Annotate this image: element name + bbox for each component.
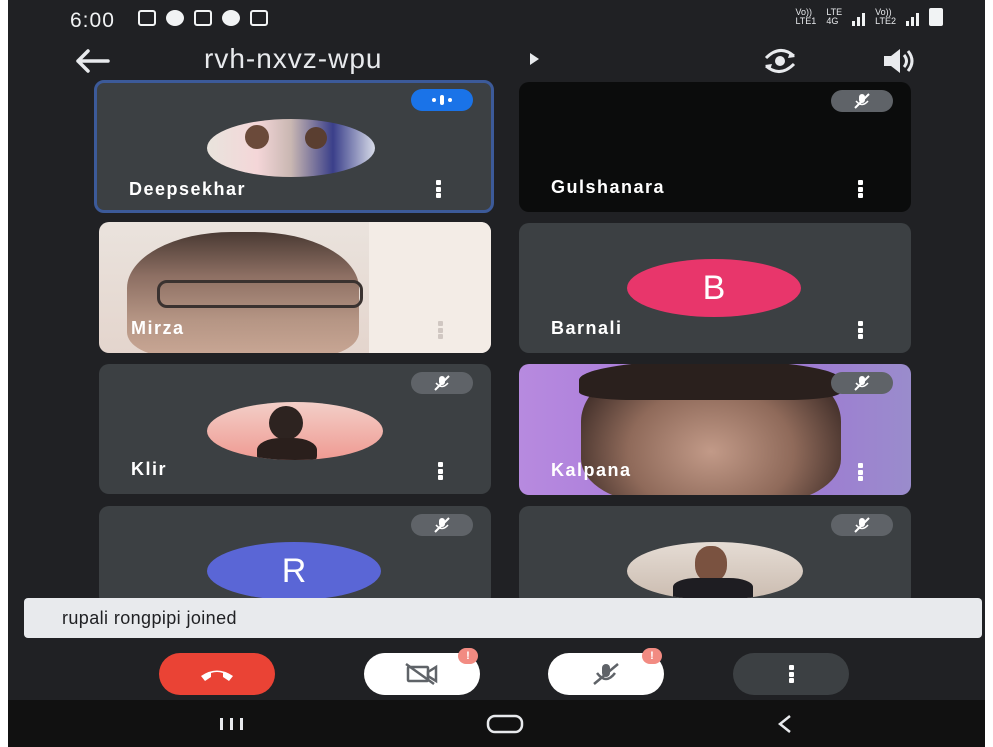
toggle-video-button[interactable]: ! [364,648,480,695]
phone-screen: 6:00 Vo)) LTE1 LTE 4G Vo)) LTE2 rvh-nxvz… [8,0,985,747]
participant-name: Klir [131,459,168,479]
home-icon [486,714,524,734]
gallery-notification-icon [194,10,212,26]
sim1-label: Vo)) LTE1 [795,7,817,26]
participant-tile-deepsekhar[interactable]: Deepsekhar [94,80,494,213]
avatar-person [673,578,753,600]
participant-tile-gulshanara[interactable]: Gulshanara [519,82,911,212]
meeting-details-caret-icon[interactable] [530,53,539,65]
android-nav-bar [8,700,985,747]
end-call-button[interactable] [159,653,275,695]
home-button[interactable] [482,712,528,736]
participant-name: Gulshanara [551,177,666,197]
notification-icons [138,10,268,26]
battery-icon [929,8,943,26]
participant-tile-r[interactable]: R [99,506,491,606]
signal-1-icon [852,13,866,26]
audio-output-button[interactable] [878,44,918,78]
participant-avatar [207,402,383,460]
mic-off-icon [593,663,619,685]
avatar-person [257,438,317,460]
grid-notification-icon [250,10,268,26]
video-background [369,222,491,353]
toggle-mic-button[interactable]: ! [548,648,664,695]
participant-avatar: B [627,259,801,317]
participant-avatar [207,119,375,177]
meeting-code[interactable]: rvh-nxvz-wpu [204,43,382,75]
participant-tile-klir[interactable]: Klir [99,364,491,494]
back-nav-button[interactable] [770,712,800,736]
participant-name: Barnali [551,318,623,338]
participant-tile-mirza[interactable]: Mirza [99,222,491,353]
video-hair [579,364,841,400]
more-vert-icon[interactable] [857,180,863,198]
mic-off-icon [411,372,473,394]
status-time: 6:00 [70,9,115,32]
avatar-person [269,406,303,440]
participant-avatar: R [207,542,381,600]
status-bar: 6:00 Vo)) LTE1 LTE 4G Vo)) LTE2 [8,0,985,40]
video-alert-badge: ! [458,648,478,664]
mic-off-icon [411,514,473,536]
speaking-indicator-icon [411,89,473,111]
mic-off-icon [831,514,893,536]
meeting-header: rvh-nxvz-wpu [8,40,985,84]
avatar-person [305,127,327,149]
more-vert-icon[interactable] [435,180,441,198]
back-button[interactable] [70,44,114,78]
participant-tile-barnali[interactable]: B Barnali [519,223,911,353]
video-glasses [157,280,363,308]
more-options-button[interactable] [733,653,849,695]
recent-apps-icon [220,718,243,730]
speaker-icon [884,49,914,73]
more-vert-icon[interactable] [437,321,443,339]
participant-name: Mirza [131,318,185,338]
network-label: LTE 4G [826,7,843,26]
participant-avatar [627,542,803,600]
mic-off-icon [831,90,893,112]
switch-camera-button[interactable] [760,44,800,78]
participant-tile-kalpana[interactable]: Kalpana [519,364,911,495]
switch-camera-icon [764,49,796,73]
more-vert-icon [788,665,794,683]
avatar-person [695,546,727,582]
app-notification-icon [222,10,240,26]
facebook-notification-icon [166,10,184,26]
mic-alert-badge: ! [642,648,662,664]
participant-tile-8[interactable] [519,506,911,606]
phone-hangup-icon [201,670,233,681]
more-vert-icon[interactable] [437,462,443,480]
status-indicators: Vo)) LTE1 LTE 4G Vo)) LTE2 [795,8,943,26]
join-notification-toast: rupali rongpipi joined [24,598,982,638]
avatar-person [245,125,269,149]
video-notification-icon [138,10,156,26]
back-nav-icon [777,715,791,733]
more-vert-icon[interactable] [857,321,863,339]
participant-name: Kalpana [551,460,632,480]
mic-off-icon [831,372,893,394]
participant-name: Deepsekhar [129,179,247,199]
arrow-left-icon [76,49,110,73]
signal-2-icon [906,13,919,26]
sim2-label: Vo)) LTE2 [875,7,896,26]
more-vert-icon[interactable] [857,463,863,481]
recent-apps-button[interactable] [212,714,252,734]
video-off-icon [405,662,438,686]
